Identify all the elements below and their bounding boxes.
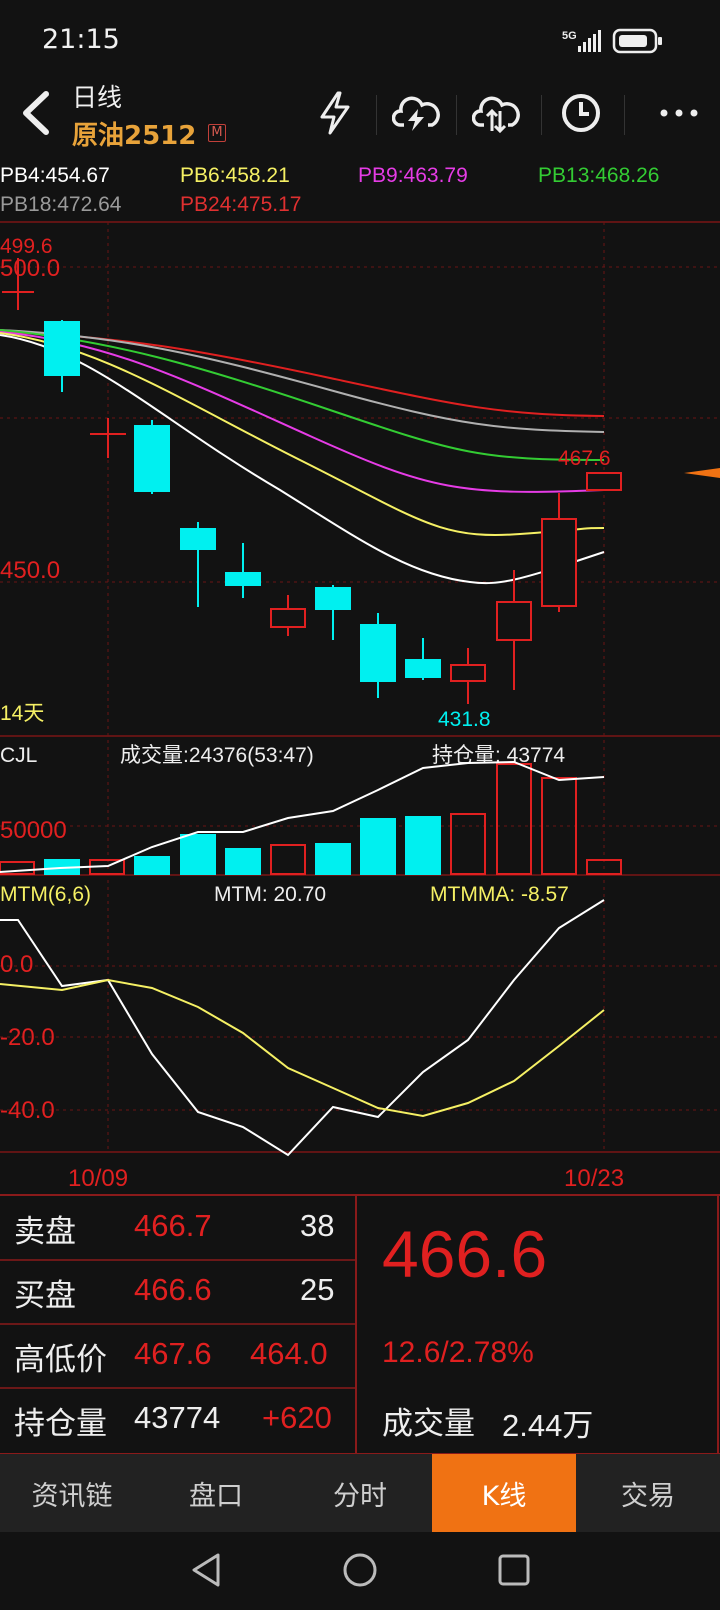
candle xyxy=(270,595,306,636)
axis-450-label: 450.0 xyxy=(0,557,60,584)
candle xyxy=(586,472,622,491)
sell-price[interactable]: 466.7 xyxy=(134,1208,212,1244)
volume-bar xyxy=(360,818,396,875)
mtm-axis-20: -20.0 xyxy=(0,1024,55,1051)
candle xyxy=(360,613,396,698)
volume-bar xyxy=(450,813,486,875)
candle xyxy=(450,648,486,704)
volume-value: 2.44万 xyxy=(502,1408,594,1443)
candle xyxy=(44,320,80,392)
candle xyxy=(225,543,261,598)
mtm-line xyxy=(0,899,605,1157)
date-left: 10/09 xyxy=(68,1165,128,1192)
axis-500-label: 500.0 xyxy=(0,255,60,282)
volume-bar xyxy=(270,844,306,875)
mtm-value: MTM: 20.70 xyxy=(214,883,326,906)
sell-volume: 38 xyxy=(300,1208,335,1243)
volume-bar xyxy=(225,848,261,875)
low-price: 464.0 xyxy=(250,1336,328,1371)
oi-label: 持仓量 xyxy=(14,1406,107,1441)
pb18-line xyxy=(0,329,605,433)
low-price-label: 431.8 xyxy=(438,708,491,731)
nav-recents-icon[interactable] xyxy=(494,1550,534,1590)
volume-text: 成交量:24376(53:47) xyxy=(120,744,314,767)
candle xyxy=(405,638,441,680)
price-marker xyxy=(684,468,720,478)
high-price: 467.6 xyxy=(134,1336,212,1371)
sell-label: 卖盘 xyxy=(14,1214,76,1249)
nav-back-icon[interactable] xyxy=(186,1550,226,1590)
volume-bar xyxy=(405,816,441,875)
volume-title: CJL xyxy=(0,744,37,767)
volume-bar xyxy=(315,843,351,875)
mtm-axis-40: -40.0 xyxy=(0,1097,55,1124)
volume-bar xyxy=(134,856,170,875)
volume-bar xyxy=(496,763,532,875)
kline-chart[interactable]: 499.6 500.0 450.0 467.6 431.8 14天 CJL 成交… xyxy=(0,0,720,1194)
volume-axis-label: 50000 xyxy=(0,817,67,844)
candle xyxy=(134,420,170,494)
oi-value: 43774 xyxy=(134,1400,221,1435)
oi-change: +620 xyxy=(262,1400,332,1435)
candle xyxy=(496,570,532,690)
buy-label: 买盘 xyxy=(14,1278,76,1313)
mtmma-value: MTMMA: -8.57 xyxy=(430,883,569,906)
volume-label: 成交量 xyxy=(382,1406,475,1441)
system-nav-bar xyxy=(0,1532,720,1610)
tab-trade[interactable]: 交易 xyxy=(576,1454,720,1532)
tab-news[interactable]: 资讯链 xyxy=(0,1454,144,1532)
candle xyxy=(90,418,126,458)
candle xyxy=(541,493,577,612)
buy-volume: 25 xyxy=(300,1272,335,1307)
tab-intraday[interactable]: 分时 xyxy=(288,1454,432,1532)
candle xyxy=(180,522,216,607)
high-low-label: 高低价 xyxy=(14,1342,107,1377)
tab-orderbook[interactable]: 盘口 xyxy=(144,1454,288,1532)
buy-price[interactable]: 466.6 xyxy=(134,1272,212,1308)
quote-panel: 卖盘 466.7 38 买盘 466.6 25 高低价 467.6 464.0 … xyxy=(0,1194,720,1455)
last-high-label: 467.6 xyxy=(558,447,611,470)
days-label: 14天 xyxy=(0,702,44,725)
tab-kline[interactable]: K线 xyxy=(432,1454,576,1532)
nav-home-icon[interactable] xyxy=(340,1550,380,1590)
volume-bars xyxy=(0,763,622,875)
open-interest-line xyxy=(0,760,605,873)
date-right: 10/23 xyxy=(564,1165,624,1192)
volume-bar xyxy=(180,834,216,875)
last-price: 466.6 xyxy=(382,1217,548,1291)
mtm-axis-0: 0.0 xyxy=(0,951,33,978)
candles xyxy=(2,258,622,704)
bottom-tabs: 资讯链 盘口 分时 K线 交易 xyxy=(0,1454,720,1532)
mtmma-line xyxy=(0,978,605,1118)
candle xyxy=(315,585,351,640)
pb24-line xyxy=(0,331,605,417)
pb13-line xyxy=(0,329,605,461)
price-change: 12.6/2.78% xyxy=(382,1336,534,1369)
mtm-title: MTM(6,6) xyxy=(0,883,91,906)
